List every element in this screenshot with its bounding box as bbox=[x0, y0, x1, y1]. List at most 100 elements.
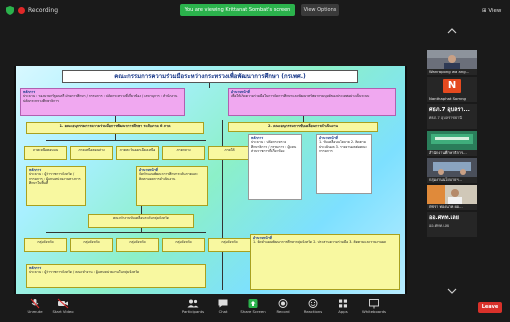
toolbar-label: Participants bbox=[181, 309, 205, 314]
participant-video-thumbnail bbox=[427, 158, 477, 177]
chat-icon bbox=[218, 299, 228, 308]
participant-tile[interactable]: ออ.ศทท.เลย ออ.ศทท.เลย bbox=[427, 212, 477, 237]
toolbar-label: Unmute bbox=[27, 309, 43, 314]
participant-tile[interactable]: สำนักงานศึกษาธิการ... bbox=[427, 131, 477, 156]
presentation-slide: คณะกรรมการความร่วมมือระหว่างกระทรวงเพื่อ… bbox=[16, 66, 405, 294]
box-text: 1. จัดทำแผนพัฒนาการศึกษากลุ่มจังหวัด 2. … bbox=[253, 240, 387, 245]
whiteboards-button[interactable]: Whiteboards bbox=[358, 298, 390, 320]
leave-button[interactable]: Leave bbox=[478, 302, 502, 313]
drive-principles-box: หลักการ ประธาน : ปลัดกระทรวงศึกษาธิการ /… bbox=[248, 134, 302, 200]
screen-share-banner: You are viewing Krittanat Sombat's scree… bbox=[180, 4, 295, 16]
video-off-icon bbox=[57, 298, 69, 309]
region-box: ภาคเหนือตอนบน bbox=[24, 146, 67, 160]
record-button[interactable]: Record bbox=[270, 298, 296, 320]
toolbar-label: Record bbox=[276, 309, 290, 314]
box-text: จัดทำแผนพัฒนาการศึกษาระดับภาคและติดตามผล… bbox=[139, 172, 198, 181]
box-text: ประธาน : รองนายกรัฐมนตรี ฝ่ายการศึกษา / … bbox=[23, 94, 178, 103]
unmute-button[interactable]: Unmute bbox=[22, 298, 48, 320]
toolbar-label: Whiteboards bbox=[362, 309, 386, 314]
participant-name: Nanthaphat Somng bbox=[429, 96, 466, 101]
box-text: ประธาน : ผู้ว่าราชการจังหวัด / กรรมการ :… bbox=[29, 172, 81, 186]
box-text: ประธาน : ปลัดกระทรวงศึกษาธิการ / กรรมการ… bbox=[251, 140, 297, 154]
connector-line bbox=[46, 232, 206, 233]
box-text: ประธาน : ผู้ว่าราชการจังหวัด / คณะทำงาน … bbox=[29, 270, 140, 275]
region-box: ภาคใต้ bbox=[208, 146, 251, 160]
apps-icon bbox=[339, 299, 347, 308]
participant-name: ศธภ.7 อุบลราชธานี bbox=[429, 115, 462, 120]
meeting-toolbar: Unmute Start Video Participants Chat Sha… bbox=[0, 296, 510, 322]
subcommittee-regional-box: 1. คณะอนุกรรมการความร่วมมือการพัฒนาการศึ… bbox=[26, 122, 204, 134]
province-duties-box: อำนาจหน้าที่ 1. จัดทำแผนพัฒนาการศึกษากลุ… bbox=[250, 234, 400, 290]
share-screen-button[interactable]: Share Screen bbox=[238, 298, 268, 320]
connector-line bbox=[141, 228, 142, 232]
participant-name: ออ.ศทท.เลย bbox=[429, 223, 450, 228]
participant-tile[interactable]: กลุ่มงานนโยบายฯ... bbox=[427, 158, 477, 183]
avatar: N bbox=[443, 79, 461, 93]
chevron-up-icon[interactable] bbox=[447, 28, 457, 34]
slide-title: คณะกรรมการความร่วมมือระหว่างกระทรวงเพื่อ… bbox=[62, 70, 358, 83]
participant-video-thumbnail bbox=[427, 50, 477, 69]
province-group-box: กลุ่มจังหวัด bbox=[70, 238, 113, 252]
participant-video-thumbnail bbox=[427, 185, 477, 204]
participant-gallery: Wanrapong wa ang... N Nanthaphat Somng ศ… bbox=[418, 22, 510, 294]
box-text: 1. ขับเคลื่อนนโยบาย 2. ติดตามประเมินผล 3… bbox=[319, 140, 368, 154]
province-group-box: กลุ่มจังหวัด bbox=[24, 238, 67, 252]
whiteboard-icon bbox=[369, 299, 379, 309]
regional-duties-box: อำนาจหน้าที่ จัดทำแผนพัฒนาการศึกษาระดับภ… bbox=[136, 166, 208, 206]
recording-label: Recording bbox=[28, 7, 59, 14]
participant-name: พัชรา ทองนาค ผอ... bbox=[429, 204, 463, 209]
toolbar-label: Reactions bbox=[303, 309, 323, 314]
reactions-icon bbox=[308, 299, 318, 308]
view-options-button[interactable]: View Options bbox=[301, 4, 339, 16]
meeting-top-bar: Recording You are viewing Krittanat Somb… bbox=[0, 0, 510, 22]
reactions-button[interactable]: Reactions bbox=[298, 298, 328, 320]
province-group-team-box: คณะทำงานขับเคลื่อนระดับกลุ่มจังหวัด bbox=[88, 214, 194, 228]
shared-screen-area[interactable]: คณะกรรมการความร่วมมือระหว่างกระทรวงเพื่อ… bbox=[14, 66, 407, 294]
committee-duties-box: อำนาจหน้าที่ เพื่อให้เกิดความร่วมมือในกา… bbox=[228, 88, 396, 116]
toolbar-label: Share Screen bbox=[240, 309, 266, 314]
region-box: ภาคกลาง bbox=[162, 146, 205, 160]
province-group-box: กลุ่มจังหวัด bbox=[162, 238, 205, 252]
toolbar-label: Start Video bbox=[52, 309, 74, 314]
recording-dot-icon bbox=[18, 7, 25, 14]
regional-principles-box: หลักการ ประธาน : ผู้ว่าราชการจังหวัด / ก… bbox=[26, 166, 86, 206]
region-box: ภาคตะวันออกเฉียงเหนือ bbox=[116, 146, 159, 160]
start-video-button[interactable]: Start Video bbox=[50, 298, 76, 320]
province-group-box: กลุ่มจังหวัด bbox=[208, 238, 251, 252]
apps-button[interactable]: Apps bbox=[330, 298, 356, 320]
connector-line bbox=[141, 206, 142, 214]
region-box: ภาคเหนือตอนล่าง bbox=[70, 146, 113, 160]
participant-name: สำนักงานศึกษาธิการ... bbox=[429, 150, 467, 155]
connector-line bbox=[209, 83, 210, 88]
participants-button[interactable]: Participants bbox=[178, 298, 208, 320]
participant-video-thumbnail bbox=[427, 131, 477, 150]
box-text: เพื่อให้เกิดความร่วมมือในการจัดการศึกษาแ… bbox=[231, 94, 370, 99]
province-principles-box: หลักการ ประธาน : ผู้ว่าราชการจังหวัด / ค… bbox=[26, 264, 206, 288]
security-shield-icon[interactable] bbox=[6, 6, 14, 15]
participant-tile[interactable]: พัชรา ทองนาค ผอ... bbox=[427, 185, 477, 210]
participant-display-name: ศธภ.7 อุบลรา... bbox=[429, 107, 470, 113]
participant-name: กลุ่มงานนโยบายฯ... bbox=[429, 177, 463, 182]
chat-button[interactable]: Chat bbox=[210, 298, 236, 320]
committee-principles-box: หลักการ ประธาน : รองนายกรัฐมนตรี ฝ่ายการ… bbox=[20, 88, 185, 116]
participant-name: Wanrapong wa ang... bbox=[429, 69, 470, 74]
participant-display-name: ออ.ศทท.เลย bbox=[429, 215, 460, 221]
toolbar-label: Chat bbox=[218, 309, 228, 314]
connector-line bbox=[115, 134, 116, 140]
view-label: View bbox=[488, 8, 502, 14]
participants-icon bbox=[187, 299, 199, 308]
connector-line bbox=[46, 140, 206, 141]
mic-muted-icon bbox=[30, 298, 40, 309]
drive-duties-box: อำนาจหน้าที่ 1. ขับเคลื่อนนโยบาย 2. ติดต… bbox=[316, 134, 372, 194]
chevron-down-icon[interactable] bbox=[447, 288, 457, 294]
participant-tile[interactable]: Wanrapong wa ang... bbox=[427, 50, 477, 75]
participant-tile[interactable]: N Nanthaphat Somng bbox=[427, 77, 477, 102]
participant-tile[interactable]: ศธภ.7 อุบลรา... ศธภ.7 อุบลราชธานี bbox=[427, 104, 477, 129]
record-icon bbox=[278, 299, 288, 308]
grid-icon: ⊞ bbox=[482, 8, 487, 14]
share-screen-icon bbox=[248, 299, 258, 308]
view-button[interactable]: ⊞ View bbox=[482, 6, 504, 16]
toolbar-label: Apps bbox=[338, 309, 348, 314]
subcommittee-drive-box: 2. คณะอนุกรรมการขับเคลื่อนการดำเนินงาน bbox=[228, 122, 378, 132]
province-group-box: กลุ่มจังหวัด bbox=[116, 238, 159, 252]
